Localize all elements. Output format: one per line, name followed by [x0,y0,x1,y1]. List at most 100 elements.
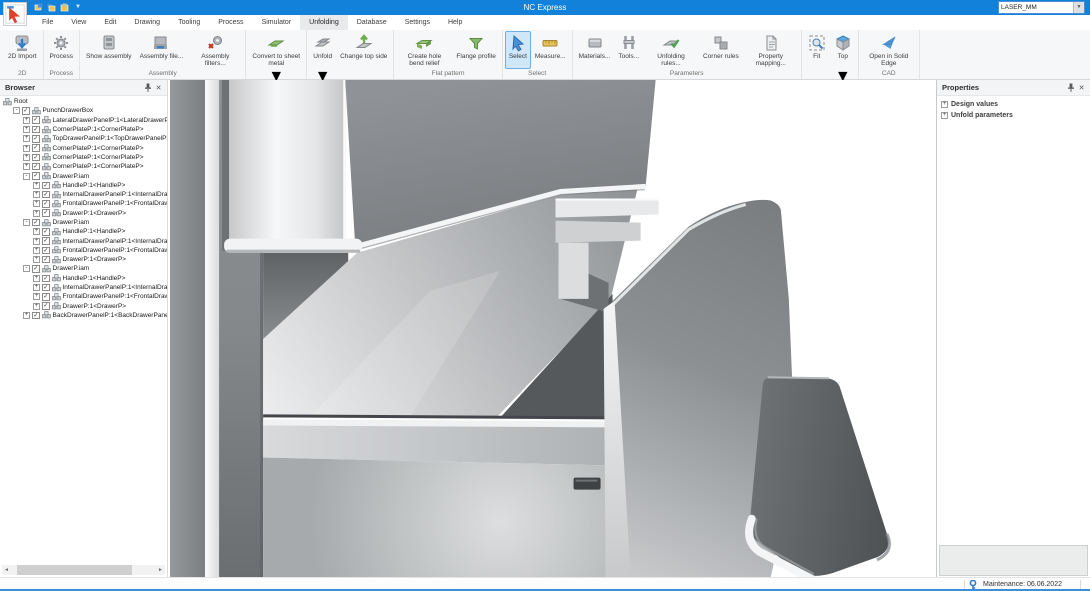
scrollbar-thumb[interactable] [17,565,132,575]
expand-icon[interactable]: + [33,210,40,217]
menu-tab-view[interactable]: View [62,15,95,30]
viewport-3d-model[interactable] [170,80,936,577]
expand-icon[interactable]: + [33,200,40,207]
menu-tab-help[interactable]: Help [439,15,471,30]
menu-tab-process[interactable]: Process [209,15,252,30]
expand-icon[interactable]: + [33,191,40,198]
tree-item-frontaldrawerpanelp[interactable]: +✓FrontalDrawerPanelP:1<FrontalDrawerPan… [0,199,167,208]
tree-item-punchdrawerbox[interactable]: -✓PunchDrawerBox [0,106,167,115]
visibility-checkbox[interactable]: ✓ [32,154,40,162]
expand-icon[interactable]: + [33,247,40,254]
scroll-left-icon[interactable]: ◄ [2,565,11,575]
profile-selector[interactable]: LASER_MM ▼ [998,1,1085,14]
close-icon[interactable]: ✕ [1076,82,1087,93]
tree-item-drawerp[interactable]: +✓DrawerP:1<DrawerP> [0,209,167,218]
tree-item-cornerplatep[interactable]: +✓CornerPlateP:1<CornerPlateP> [0,125,167,134]
ribbon-button-unfold[interactable]: Unfold ▼ [309,31,336,87]
scrollbar-track[interactable] [11,565,156,575]
ribbon-button-assembly-filters[interactable]: Assembly filters... [187,31,243,69]
visibility-checkbox[interactable]: ✓ [42,228,50,236]
ribbon-button-show-assembly[interactable]: Show assembly [82,31,136,69]
tree-item-drawerp-iam[interactable]: -✓DrawerP.iam [0,218,167,227]
ribbon-button-property-mapping[interactable]: Property mapping... [743,31,799,69]
ribbon-button-change-top-side[interactable]: Change top side [336,31,391,69]
tree-item-backdrawerpanelp[interactable]: +✓BackDrawerPanelP:1<BackDrawerPanelP> [0,311,167,320]
visibility-checkbox[interactable]: ✓ [32,144,40,152]
expand-icon[interactable]: + [23,145,30,152]
close-icon[interactable]: ✕ [153,82,164,93]
tree-item-drawerp-iam[interactable]: -✓DrawerP.iam [0,264,167,273]
tree-item-internaldrawerpanelp[interactable]: +✓InternalDrawerPanelP:1<InternalDrawerP… [0,283,167,292]
ribbon-button-materials[interactable]: Materials... [575,31,615,69]
visibility-checkbox[interactable]: ✓ [42,209,50,217]
ribbon-button-flange-profile[interactable]: Flange profile [452,31,499,69]
visibility-checkbox[interactable]: ✓ [32,163,40,171]
expand-icon[interactable]: + [23,154,30,161]
menu-tab-settings[interactable]: Settings [396,15,439,30]
ribbon-button-top[interactable]: Top ▼ [830,31,856,87]
visibility-checkbox[interactable]: ✓ [42,247,50,255]
visibility-checkbox[interactable]: ✓ [42,302,50,310]
expand-icon[interactable]: + [23,163,30,170]
properties-item-unfold-parameters[interactable]: + Unfold parameters [941,110,1090,121]
tree-item-internaldrawerpanelp[interactable]: +✓InternalDrawerPanelP:1<InternalDrawerP… [0,236,167,245]
expand-icon[interactable]: + [23,117,30,124]
menu-tab-file[interactable]: File [33,15,62,30]
expand-icon[interactable]: + [33,238,40,245]
ribbon-button-tools[interactable]: Tools... [614,31,643,69]
visibility-checkbox[interactable]: ✓ [32,172,40,180]
visibility-checkbox[interactable]: ✓ [32,219,40,227]
ribbon-button-corner-rules[interactable]: Corner rules [699,31,743,69]
collapse-icon[interactable]: - [23,219,30,226]
tree-item-cornerplatep[interactable]: +✓CornerPlateP:1<CornerPlateP> [0,143,167,152]
visibility-checkbox[interactable]: ✓ [42,293,50,301]
tree-item-handlep[interactable]: +✓HandleP:1<HandleP> [0,181,167,190]
menu-tab-drawing[interactable]: Drawing [125,15,169,30]
expand-icon[interactable]: + [33,182,40,189]
ribbon-button-2d-import[interactable]: 2D Import [4,31,41,69]
menu-tab-simulator[interactable]: Simulator [253,15,301,30]
scroll-right-icon[interactable]: ► [156,565,165,575]
horizontal-scrollbar[interactable]: ◄ ► [2,565,165,575]
tree-item-frontaldrawerpanelp[interactable]: +✓FrontalDrawerPanelP:1<FrontalDrawerPan… [0,292,167,301]
tree-item-drawerp-iam[interactable]: -✓DrawerP.iam [0,171,167,180]
expand-icon[interactable]: + [23,126,30,133]
tree-item-frontaldrawerpanelp[interactable]: +✓FrontalDrawerPanelP:1<FrontalDrawerPan… [0,246,167,255]
menu-tab-database[interactable]: Database [348,15,396,30]
visibility-checkbox[interactable]: ✓ [42,237,50,245]
pin-icon[interactable] [142,82,153,93]
visibility-checkbox[interactable]: ✓ [32,312,40,320]
collapse-icon[interactable]: - [23,173,30,180]
tree-item-lateraldrawerpanelp[interactable]: +✓LateralDrawerPanelP:1<LateralDrawerPan… [0,116,167,125]
visibility-checkbox[interactable]: ✓ [32,126,40,134]
expand-icon[interactable]: + [33,228,40,235]
expand-icon[interactable]: + [23,312,30,319]
tree-item-cornerplatep[interactable]: +✓CornerPlateP:1<CornerPlateP> [0,162,167,171]
app-logo[interactable] [3,2,27,26]
expand-icon[interactable]: + [33,256,40,263]
visibility-checkbox[interactable]: ✓ [42,182,50,190]
visibility-checkbox[interactable]: ✓ [22,107,30,115]
visibility-checkbox[interactable]: ✓ [42,256,50,264]
menu-tab-unfolding[interactable]: Unfolding [300,15,348,30]
visibility-checkbox[interactable]: ✓ [32,135,40,143]
visibility-checkbox[interactable]: ✓ [42,191,50,199]
tree-item-internaldrawerpanelp[interactable]: +✓InternalDrawerPanelP:1<InternalDrawerP… [0,190,167,199]
expand-icon[interactable]: + [33,275,40,282]
visibility-checkbox[interactable]: ✓ [32,116,40,124]
ribbon-button-fit[interactable]: Fit [804,31,830,69]
ribbon-button-convert-to-sheet-metal[interactable]: Convert to sheet metal ▼ [248,31,304,87]
expand-icon[interactable]: + [33,303,40,310]
ribbon-button-open-in-solid-edge[interactable]: Open in Solid Edge [861,31,917,69]
ribbon-button-assembly-file[interactable]: Assembly file... [136,31,188,69]
collapse-icon[interactable]: - [13,107,20,114]
expand-icon[interactable]: + [33,284,40,291]
menu-tab-edit[interactable]: Edit [95,15,125,30]
tree-item-cornerplatep[interactable]: +✓CornerPlateP:1<CornerPlateP> [0,153,167,162]
expand-icon[interactable]: + [23,135,30,142]
visibility-checkbox[interactable]: ✓ [32,265,40,273]
tree-item-drawerp[interactable]: +✓DrawerP:1<DrawerP> [0,302,167,311]
visibility-checkbox[interactable]: ✓ [42,275,50,283]
ribbon-button-unfolding-rules[interactable]: Unfolding rules... [643,31,699,69]
menu-tab-tooling[interactable]: Tooling [169,15,209,30]
